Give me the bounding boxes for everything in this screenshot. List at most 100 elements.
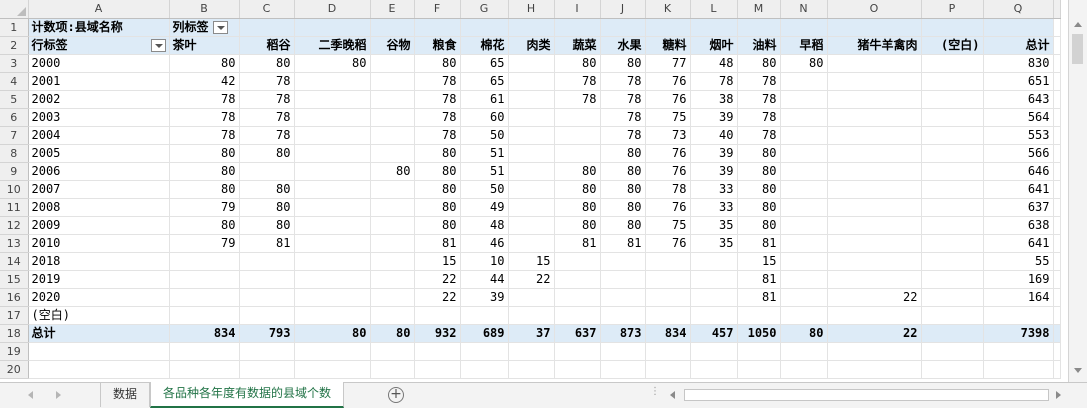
cell[interactable]	[645, 342, 691, 361]
pivot-value-cell[interactable]	[690, 252, 738, 271]
pivot-value-cell[interactable]	[294, 126, 371, 145]
row-labels-filter-icon[interactable]	[150, 38, 166, 52]
column-header-n[interactable]: N	[780, 0, 828, 19]
pivot-value-cell[interactable]	[780, 162, 828, 181]
scroll-right-arrow-icon[interactable]	[1056, 391, 1061, 399]
pivot-value-cell[interactable]: 80	[294, 54, 371, 73]
vertical-scrollbar[interactable]	[1068, 0, 1087, 382]
pivot-value-cell[interactable]	[370, 252, 415, 271]
pivot-category-header[interactable]: 猪牛羊禽肉	[827, 36, 922, 55]
pivot-value-cell[interactable]: 75	[645, 216, 691, 235]
pivot-row-label[interactable]: 2005	[28, 144, 170, 163]
pivot-value-cell[interactable]: 78	[554, 72, 601, 91]
pivot-header-cell[interactable]	[645, 18, 691, 37]
pivot-value-cell[interactable]	[780, 234, 828, 253]
pivot-value-cell[interactable]	[370, 216, 415, 235]
pivot-header-cell[interactable]	[239, 18, 295, 37]
pivot-value-cell[interactable]: 78	[414, 90, 461, 109]
pivot-value-cell[interactable]: 80	[554, 198, 601, 217]
pivot-value-cell[interactable]: 80	[554, 216, 601, 235]
pivot-total-cell[interactable]: 793	[239, 323, 295, 343]
pivot-value-cell[interactable]: 638	[983, 216, 1054, 235]
pivot-value-field-label[interactable]: 计数项:县域名称	[28, 18, 170, 37]
pivot-value-cell[interactable]: 78	[600, 108, 646, 127]
select-all-corner[interactable]	[0, 0, 29, 19]
column-header-c[interactable]: C	[239, 0, 295, 19]
cell[interactable]	[1053, 162, 1061, 181]
pivot-total-cell[interactable]: 834	[169, 323, 240, 343]
pivot-value-cell[interactable]	[921, 288, 984, 307]
column-header-m[interactable]: M	[737, 0, 781, 19]
pivot-category-header[interactable]: 蔬菜	[554, 36, 601, 55]
pivot-category-header[interactable]: 油料	[737, 36, 781, 55]
pivot-value-cell[interactable]	[508, 216, 555, 235]
pivot-value-cell[interactable]: 80	[169, 144, 240, 163]
pivot-value-cell[interactable]	[983, 306, 1054, 325]
pivot-value-cell[interactable]: 22	[827, 288, 922, 307]
pivot-value-cell[interactable]: 76	[645, 90, 691, 109]
pivot-value-cell[interactable]: 15	[508, 252, 555, 271]
pivot-value-cell[interactable]	[600, 288, 646, 307]
column-header-k[interactable]: K	[645, 0, 691, 19]
row-header[interactable]: 5	[0, 90, 29, 109]
pivot-value-cell[interactable]	[921, 54, 984, 73]
pivot-value-cell[interactable]	[600, 252, 646, 271]
pivot-row-label[interactable]: 2004	[28, 126, 170, 145]
cell[interactable]	[1053, 252, 1061, 271]
pivot-total-cell[interactable]: 834	[645, 323, 691, 343]
pivot-header-cell[interactable]	[508, 18, 555, 37]
pivot-value-cell[interactable]	[645, 252, 691, 271]
cell[interactable]	[1053, 90, 1061, 109]
column-header-d[interactable]: D	[294, 0, 371, 19]
pivot-row-label[interactable]: 2009	[28, 216, 170, 235]
pivot-value-cell[interactable]: 50	[460, 180, 509, 199]
pivot-value-cell[interactable]	[294, 198, 371, 217]
scroll-left-arrow-icon[interactable]	[670, 391, 675, 399]
pivot-value-cell[interactable]	[370, 144, 415, 163]
pivot-value-cell[interactable]	[921, 126, 984, 145]
pivot-value-cell[interactable]	[508, 54, 555, 73]
col-labels-filter-icon[interactable]	[212, 20, 228, 34]
row-header[interactable]: 17	[0, 306, 29, 325]
pivot-value-cell[interactable]	[370, 288, 415, 307]
cell[interactable]	[370, 342, 415, 361]
cell[interactable]	[1053, 306, 1061, 325]
row-header[interactable]: 11	[0, 198, 29, 217]
pivot-value-cell[interactable]: 55	[983, 252, 1054, 271]
pivot-value-cell[interactable]: 76	[645, 162, 691, 181]
pivot-category-header[interactable]: (空白)	[921, 36, 984, 55]
pivot-value-cell[interactable]: 830	[983, 54, 1054, 73]
pivot-value-cell[interactable]	[921, 234, 984, 253]
pivot-value-cell[interactable]	[169, 306, 240, 325]
pivot-value-cell[interactable]: 80	[239, 54, 295, 73]
pivot-value-cell[interactable]	[737, 306, 781, 325]
row-header[interactable]: 8	[0, 144, 29, 163]
pivot-value-cell[interactable]: 44	[460, 270, 509, 289]
pivot-value-cell[interactable]: 78	[737, 126, 781, 145]
pivot-value-cell[interactable]	[370, 90, 415, 109]
pivot-value-cell[interactable]: 35	[690, 216, 738, 235]
pivot-row-label[interactable]: 2019	[28, 270, 170, 289]
add-sheet-button[interactable]: +	[388, 387, 404, 403]
pivot-value-cell[interactable]: 22	[414, 270, 461, 289]
cell[interactable]	[1053, 360, 1061, 379]
pivot-value-cell[interactable]	[690, 288, 738, 307]
cell[interactable]	[508, 360, 555, 379]
cell[interactable]	[460, 342, 509, 361]
pivot-value-cell[interactable]	[827, 108, 922, 127]
pivot-value-cell[interactable]: 76	[645, 234, 691, 253]
pivot-value-cell[interactable]: 646	[983, 162, 1054, 181]
row-header[interactable]: 13	[0, 234, 29, 253]
pivot-value-cell[interactable]	[508, 234, 555, 253]
cell[interactable]	[645, 360, 691, 379]
pivot-category-header[interactable]: 茶叶	[169, 36, 240, 55]
pivot-value-cell[interactable]	[780, 72, 828, 91]
pivot-total-cell[interactable]: 932	[414, 323, 461, 343]
pivot-total-cell[interactable]: 80	[370, 323, 415, 343]
pivot-value-cell[interactable]: 78	[239, 108, 295, 127]
cell[interactable]	[1053, 270, 1061, 289]
pivot-value-cell[interactable]	[780, 252, 828, 271]
pivot-value-cell[interactable]: 48	[460, 216, 509, 235]
cell[interactable]	[827, 360, 922, 379]
pivot-value-cell[interactable]	[921, 72, 984, 91]
